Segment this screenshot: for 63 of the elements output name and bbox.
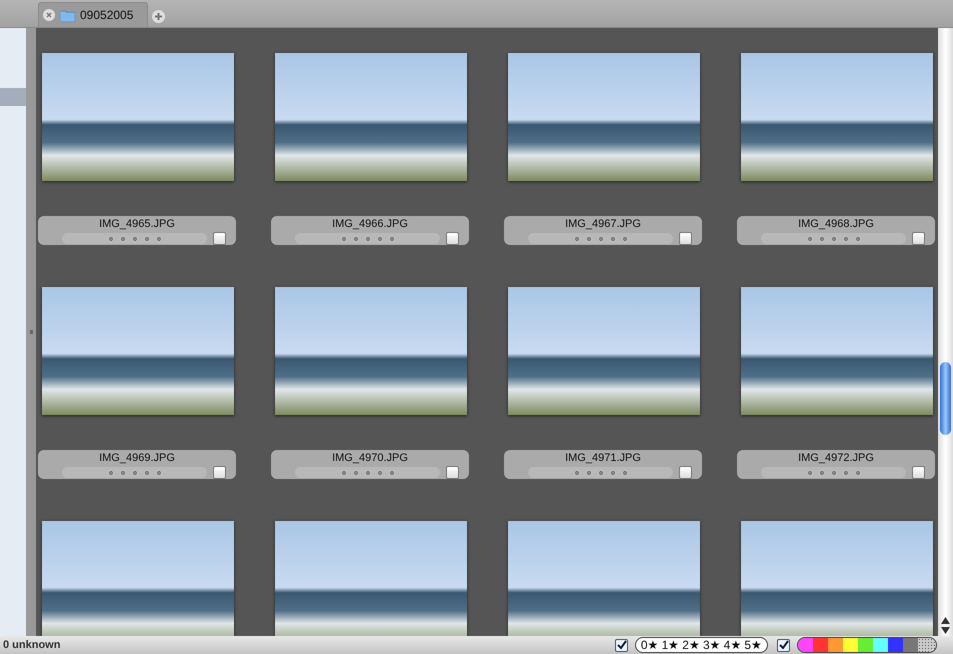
photo-placeholder[interactable] bbox=[508, 521, 700, 636]
file-name: IMG_4967.JPG bbox=[565, 218, 641, 231]
file-name: IMG_4971.JPG bbox=[565, 452, 641, 465]
status-text: 0 unknown bbox=[3, 639, 62, 651]
photo-placeholder[interactable] bbox=[275, 287, 467, 415]
rating-option[interactable]: 2★ bbox=[682, 638, 700, 652]
file-name: IMG_4972.JPG bbox=[798, 452, 874, 465]
color-swatch[interactable] bbox=[903, 638, 918, 652]
star-rating[interactable] bbox=[528, 233, 673, 244]
color-swatch[interactable] bbox=[843, 638, 858, 652]
rating-option[interactable]: 1★ bbox=[662, 638, 680, 652]
file-name: IMG_4966.JPG bbox=[332, 218, 408, 231]
color-swatch[interactable] bbox=[813, 638, 828, 652]
scroll-down-icon[interactable] bbox=[941, 627, 950, 634]
rating-option[interactable]: 4★ bbox=[724, 638, 742, 652]
star-rating[interactable] bbox=[761, 467, 906, 478]
checkbox[interactable] bbox=[679, 466, 692, 479]
checkbox[interactable] bbox=[912, 232, 925, 245]
photo-placeholder[interactable] bbox=[741, 521, 933, 636]
photo-placeholder[interactable] bbox=[741, 287, 933, 415]
file-name: IMG_4965.JPG bbox=[99, 218, 175, 231]
photo-placeholder[interactable] bbox=[741, 53, 933, 181]
checkbox[interactable] bbox=[213, 232, 226, 245]
photo-placeholder[interactable] bbox=[508, 287, 700, 415]
scroll-up-icon[interactable] bbox=[941, 617, 950, 624]
star-rating[interactable] bbox=[295, 467, 440, 478]
pattern-swatch[interactable] bbox=[918, 638, 936, 652]
color-swatch[interactable] bbox=[888, 638, 903, 652]
photo-placeholder[interactable] bbox=[42, 287, 234, 415]
rating-option[interactable]: 0★ bbox=[640, 638, 659, 652]
photo-placeholder[interactable] bbox=[275, 53, 467, 181]
color-swatch[interactable] bbox=[798, 638, 813, 652]
rating-option[interactable]: 3★ bbox=[702, 638, 721, 652]
star-rating[interactable] bbox=[761, 233, 906, 244]
star-rating[interactable] bbox=[528, 467, 673, 478]
photo-placeholder[interactable] bbox=[42, 521, 234, 636]
close-icon[interactable] bbox=[43, 9, 55, 21]
star-rating[interactable] bbox=[62, 467, 207, 478]
scrollbar[interactable] bbox=[938, 28, 953, 636]
photo-placeholder[interactable] bbox=[508, 53, 700, 181]
file-name: IMG_4970.JPG bbox=[332, 452, 408, 465]
scroll-thumb[interactable] bbox=[940, 362, 951, 435]
color-swatch[interactable] bbox=[858, 638, 873, 652]
checkbox[interactable] bbox=[912, 466, 925, 479]
checkbox[interactable] bbox=[777, 638, 790, 652]
checkbox[interactable] bbox=[446, 466, 459, 479]
splitter-handle[interactable] bbox=[30, 330, 32, 334]
checkbox[interactable] bbox=[614, 638, 628, 652]
checkbox[interactable] bbox=[213, 466, 226, 479]
star-rating[interactable] bbox=[295, 233, 440, 244]
star-rating[interactable] bbox=[62, 233, 207, 244]
folder-icon bbox=[60, 8, 75, 22]
add-tab-icon[interactable] bbox=[152, 10, 166, 23]
file-name: IMG_4968.JPG bbox=[798, 218, 874, 231]
checkbox[interactable] bbox=[446, 232, 459, 245]
color-swatch[interactable] bbox=[828, 638, 843, 652]
folder-tab[interactable]: 09052005 bbox=[38, 2, 148, 27]
checkbox[interactable] bbox=[679, 232, 692, 245]
color-swatch[interactable] bbox=[873, 638, 888, 652]
file-name: IMG_4969.JPG bbox=[99, 452, 175, 465]
rating-option[interactable]: 5★ bbox=[744, 638, 762, 652]
photo-placeholder[interactable] bbox=[275, 521, 467, 636]
photo-placeholder[interactable] bbox=[42, 53, 234, 181]
